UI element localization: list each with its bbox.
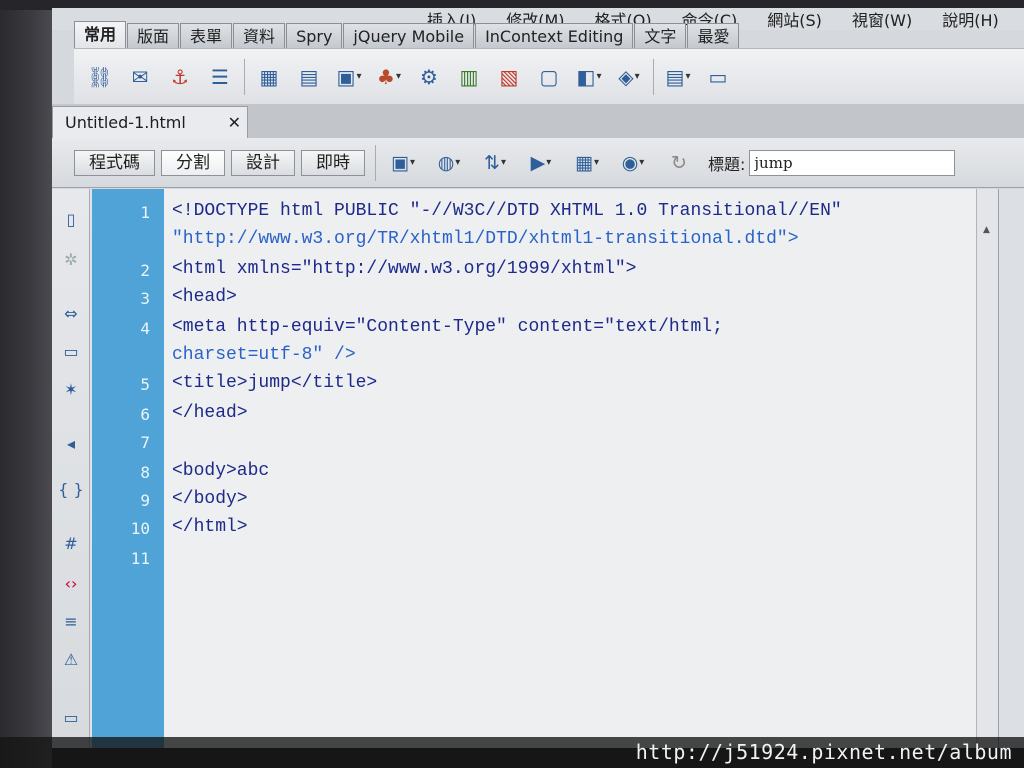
email-link-icon[interactable]: ✉ (120, 59, 160, 95)
refresh-icon[interactable]: ↻ (656, 148, 702, 178)
tab-data[interactable]: 資料 (233, 23, 286, 48)
apply-comment-icon[interactable]: ▭ (57, 703, 85, 731)
design-view-pane (998, 189, 1024, 748)
menu-window[interactable]: 視窗(W) (837, 8, 927, 31)
line-number: 3 (140, 289, 150, 308)
tab-forms[interactable]: 表單 (180, 23, 233, 48)
line-number: 7 (140, 433, 150, 452)
line-number: 10 (130, 519, 150, 538)
date-icon[interactable]: ▥ (449, 59, 489, 95)
expand-all-icon[interactable]: ✶ (57, 375, 85, 403)
toolbar-separator (375, 144, 376, 181)
code-line: <head> (172, 287, 237, 307)
line-number: 2 (140, 261, 150, 280)
hyperlink-icon[interactable]: ⛓ (80, 59, 120, 95)
select-parent-tag-icon[interactable]: ◂ (57, 429, 85, 457)
w3c-validation-icon[interactable]: ▶ (518, 148, 564, 178)
tab-spry[interactable]: Spry (286, 23, 343, 48)
monitor-bezel (0, 0, 52, 768)
code-line: <meta http-equiv="Content-Type" content=… (172, 317, 723, 337)
tab-text[interactable]: 文字 (634, 23, 687, 48)
scroll-up-arrow-icon[interactable]: ▲ (983, 225, 990, 235)
code-editor[interactable]: <!DOCTYPE html PUBLIC "-//W3C//DTD XHTML… (164, 189, 976, 748)
collapse-full-tag-icon[interactable]: ⇔ (57, 299, 85, 327)
watermark-text: http://j51924.pixnet.net/album (635, 740, 1012, 764)
tag-chooser-icon[interactable]: ▭ (698, 59, 738, 95)
line-number: 6 (140, 405, 150, 424)
insert-category-tabs: 常用 版面 表單 資料 Spry jQuery Mobile InContext… (74, 20, 740, 48)
insert-div-icon[interactable]: ▤ (289, 59, 329, 95)
code-line: <title>jump</title> (172, 373, 378, 393)
check-browser-compatibility-icon[interactable]: ▦ (564, 148, 610, 178)
show-code-navigator-icon[interactable]: ✲ (57, 245, 85, 273)
code-line: </body> (172, 489, 248, 509)
tab-incontext-editing[interactable]: InContext Editing (475, 23, 634, 48)
line-number-gutter: 1 2 3 4 5 6 7 8 9 10 11 (92, 189, 164, 748)
code-view: ▯ ✲ ⇔ ▭ ✶ ◂ { } # ‹› ≡ ⚠ ▭ 1 2 3 4 5 6 7… (52, 189, 1024, 748)
word-wrap-icon[interactable]: ≡ (57, 607, 85, 635)
watermark-bar: http://j51924.pixnet.net/album (0, 737, 1024, 768)
line-number: 9 (140, 491, 150, 510)
widget-icon[interactable]: ⚙ (409, 59, 449, 95)
horizontal-rule-icon[interactable]: ☰ (200, 59, 240, 95)
line-number: 11 (130, 549, 150, 568)
live-view-button[interactable]: 即時 (301, 149, 365, 176)
preview-in-browser-icon[interactable]: ◍ (426, 148, 472, 178)
title-input[interactable] (749, 149, 956, 176)
close-icon[interactable]: ✕ (228, 113, 241, 132)
line-number: 4 (140, 319, 150, 338)
open-documents-icon[interactable]: ▯ (57, 205, 85, 233)
tab-jquery-mobile[interactable]: jQuery Mobile (343, 23, 475, 48)
code-view-button[interactable]: 程式碼 (74, 149, 155, 176)
line-numbers-icon[interactable]: # (57, 529, 85, 557)
table-icon[interactable]: ▦ (249, 59, 289, 95)
code-line: <!DOCTYPE html PUBLIC "-//W3C//DTD XHTML… (172, 201, 842, 221)
multiscreen-icon[interactable]: ▣ (380, 148, 426, 178)
file-management-icon[interactable]: ⇅ (472, 148, 518, 178)
document-tab-bar: Untitled-1.html ✕ (52, 104, 1024, 138)
split-view-button[interactable]: 分割 (161, 149, 225, 176)
vertical-scrollbar[interactable]: ▲ (976, 189, 998, 748)
head-icon[interactable]: ◧ (569, 59, 609, 95)
coding-toolbar: ▯ ✲ ⇔ ▭ ✶ ◂ { } # ‹› ≡ ⚠ ▭ (52, 189, 90, 748)
syntax-error-alerts-icon[interactable]: ⚠ (57, 645, 85, 673)
named-anchor-icon[interactable]: ⚓ (160, 59, 200, 95)
balance-braces-icon[interactable]: { } (57, 475, 85, 503)
line-number: 8 (140, 463, 150, 482)
menu-help[interactable]: 說明(H) (927, 8, 1014, 31)
code-line: </html> (172, 517, 248, 537)
code-line: <body>abc (172, 461, 270, 481)
menu-site[interactable]: 網站(S) (752, 8, 837, 31)
design-view-button[interactable]: 設計 (231, 149, 295, 176)
dreamweaver-window: 插入(I) 修改(M) 格式(O) 命令(C) 網站(S) 視窗(W) 說明(H… (52, 8, 1024, 748)
templates-icon[interactable]: ▤ (658, 59, 698, 95)
tab-common[interactable]: 常用 (74, 21, 127, 48)
images-icon[interactable]: ▣ (329, 59, 369, 95)
line-number: 5 (140, 375, 150, 394)
server-side-include-icon[interactable]: ▧ (489, 59, 529, 95)
document-tab-name: Untitled-1.html (65, 113, 186, 132)
code-line: charset=utf-8" /> (172, 345, 356, 365)
tab-favorites[interactable]: 最愛 (687, 23, 740, 48)
toolbar-separator (244, 58, 245, 95)
highlight-invalid-code-icon[interactable]: ‹› (57, 569, 85, 597)
code-line: "http://www.w3.org/TR/xhtml1/DTD/xhtml1-… (172, 229, 799, 249)
toolbar-separator (653, 58, 654, 95)
document-tab[interactable]: Untitled-1.html ✕ (52, 106, 248, 138)
collapse-selection-icon[interactable]: ▭ (57, 337, 85, 365)
comment-icon[interactable]: ▢ (529, 59, 569, 95)
tab-layout[interactable]: 版面 (127, 23, 180, 48)
insert-toolbar: ⛓ ✉ ⚓ ☰ ▦ ▤ ▣ ♣ ⚙ ▥ ▧ ▢ ◧ ◈ ▤ ▭ (74, 48, 1024, 104)
document-toolbar: 程式碼 分割 設計 即時 ▣ ◍ ⇅ ▶ ▦ ◉ ↻ 標題: (52, 138, 1024, 188)
title-label: 標題: (708, 154, 746, 174)
code-line: </head> (172, 403, 248, 423)
code-line: <html xmlns="http://www.w3.org/1999/xhtm… (172, 259, 637, 279)
script-icon[interactable]: ◈ (609, 59, 649, 95)
media-icon[interactable]: ♣ (369, 59, 409, 95)
line-number: 1 (140, 203, 150, 222)
visual-aids-icon[interactable]: ◉ (610, 148, 656, 178)
